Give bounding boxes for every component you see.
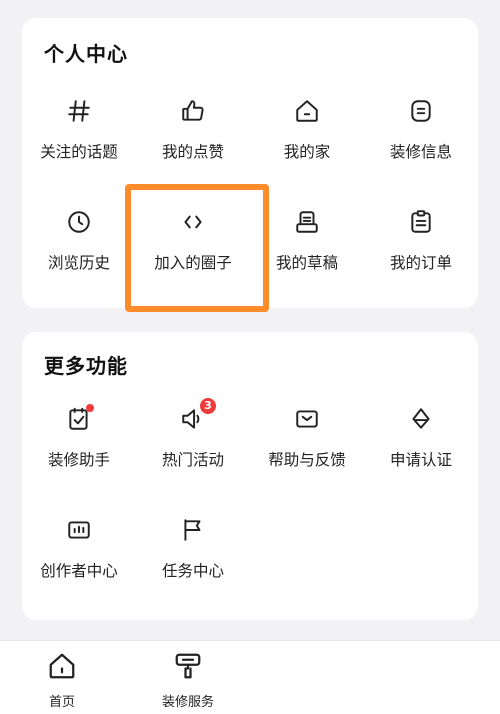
checklist-icon — [64, 404, 94, 434]
tab-decoration-service[interactable]: 装修服务 — [128, 651, 248, 710]
task-center-item[interactable]: 任务中心 — [136, 513, 250, 624]
creator-center-item[interactable]: 创作者中心 — [22, 513, 136, 624]
personal-center-grid: 关注的话题 我的点赞 我的家 装修信息 浏览历史 加入的圈子 我的草稿 我的订单 — [22, 94, 478, 316]
bottom-tab-bar: 首页 装修服务 — [0, 640, 500, 714]
followed-topics-item[interactable]: 关注的话题 — [22, 94, 136, 205]
thumbs-up-icon — [178, 96, 208, 126]
megaphone-icon: 3 — [178, 398, 216, 434]
more-features-title: 更多功能 — [44, 354, 128, 378]
personal-center-card: 个人中心 关注的话题 我的点赞 我的家 装修信息 浏览历史 加入的圈子 我的草稿… — [22, 18, 478, 308]
paint-roller-icon — [173, 651, 203, 685]
code-brackets-icon — [178, 207, 208, 237]
my-likes-item[interactable]: 我的点赞 — [136, 94, 250, 205]
home-icon — [292, 96, 322, 126]
browse-history-item[interactable]: 浏览历史 — [22, 205, 136, 316]
chart-box-icon — [64, 515, 94, 545]
my-orders-label: 我的订单 — [389, 254, 452, 272]
personal-center-title: 个人中心 — [44, 42, 128, 66]
mail-icon — [292, 404, 322, 434]
pen-nib-icon — [406, 404, 436, 434]
clock-icon — [64, 207, 94, 237]
my-likes-label: 我的点赞 — [161, 143, 224, 161]
decoration-assistant-label: 装修助手 — [47, 451, 110, 469]
hot-events-label: 热门活动 — [161, 451, 224, 469]
followed-topics-label: 关注的话题 — [40, 143, 118, 161]
help-feedback-item[interactable]: 帮助与反馈 — [250, 402, 364, 513]
clipboard-icon — [406, 207, 436, 237]
tab-home[interactable]: 首页 — [2, 651, 122, 710]
hash-icon — [64, 96, 94, 126]
my-orders-item[interactable]: 我的订单 — [364, 205, 478, 316]
home-tab-icon — [47, 651, 77, 685]
notification-dot — [86, 404, 94, 412]
joined-circles-item[interactable]: 加入的圈子 — [136, 205, 250, 316]
task-center-label: 任务中心 — [161, 562, 224, 580]
my-home-item[interactable]: 我的家 — [250, 94, 364, 205]
decoration-info-label: 装修信息 — [389, 143, 452, 161]
decoration-assistant-item[interactable]: 装修助手 — [22, 402, 136, 513]
my-home-label: 我的家 — [283, 143, 331, 161]
tab-home-label: 首页 — [48, 695, 75, 710]
apply-certification-item[interactable]: 申请认证 — [364, 402, 478, 513]
document-icon — [406, 96, 436, 126]
browse-history-label: 浏览历史 — [47, 254, 110, 272]
creator-center-label: 创作者中心 — [40, 562, 118, 580]
more-features-card: 更多功能 装修助手 3 热门活动 帮助与反馈 申请认证 创作者中心 任务中心 — [22, 332, 478, 620]
decoration-info-item[interactable]: 装修信息 — [364, 94, 478, 205]
more-features-grid: 装修助手 3 热门活动 帮助与反馈 申请认证 创作者中心 任务中心 — [22, 398, 478, 624]
hot-events-item[interactable]: 3 热门活动 — [136, 398, 250, 513]
tab-decoration-service-label: 装修服务 — [161, 695, 214, 710]
help-feedback-label: 帮助与反馈 — [268, 451, 346, 469]
flag-icon — [178, 515, 208, 545]
draft-icon — [292, 207, 322, 237]
joined-circles-label: 加入的圈子 — [154, 254, 232, 272]
my-drafts-item[interactable]: 我的草稿 — [250, 205, 364, 316]
events-count-badge: 3 — [200, 398, 216, 414]
my-drafts-label: 我的草稿 — [275, 254, 338, 272]
apply-certification-label: 申请认证 — [389, 451, 452, 469]
